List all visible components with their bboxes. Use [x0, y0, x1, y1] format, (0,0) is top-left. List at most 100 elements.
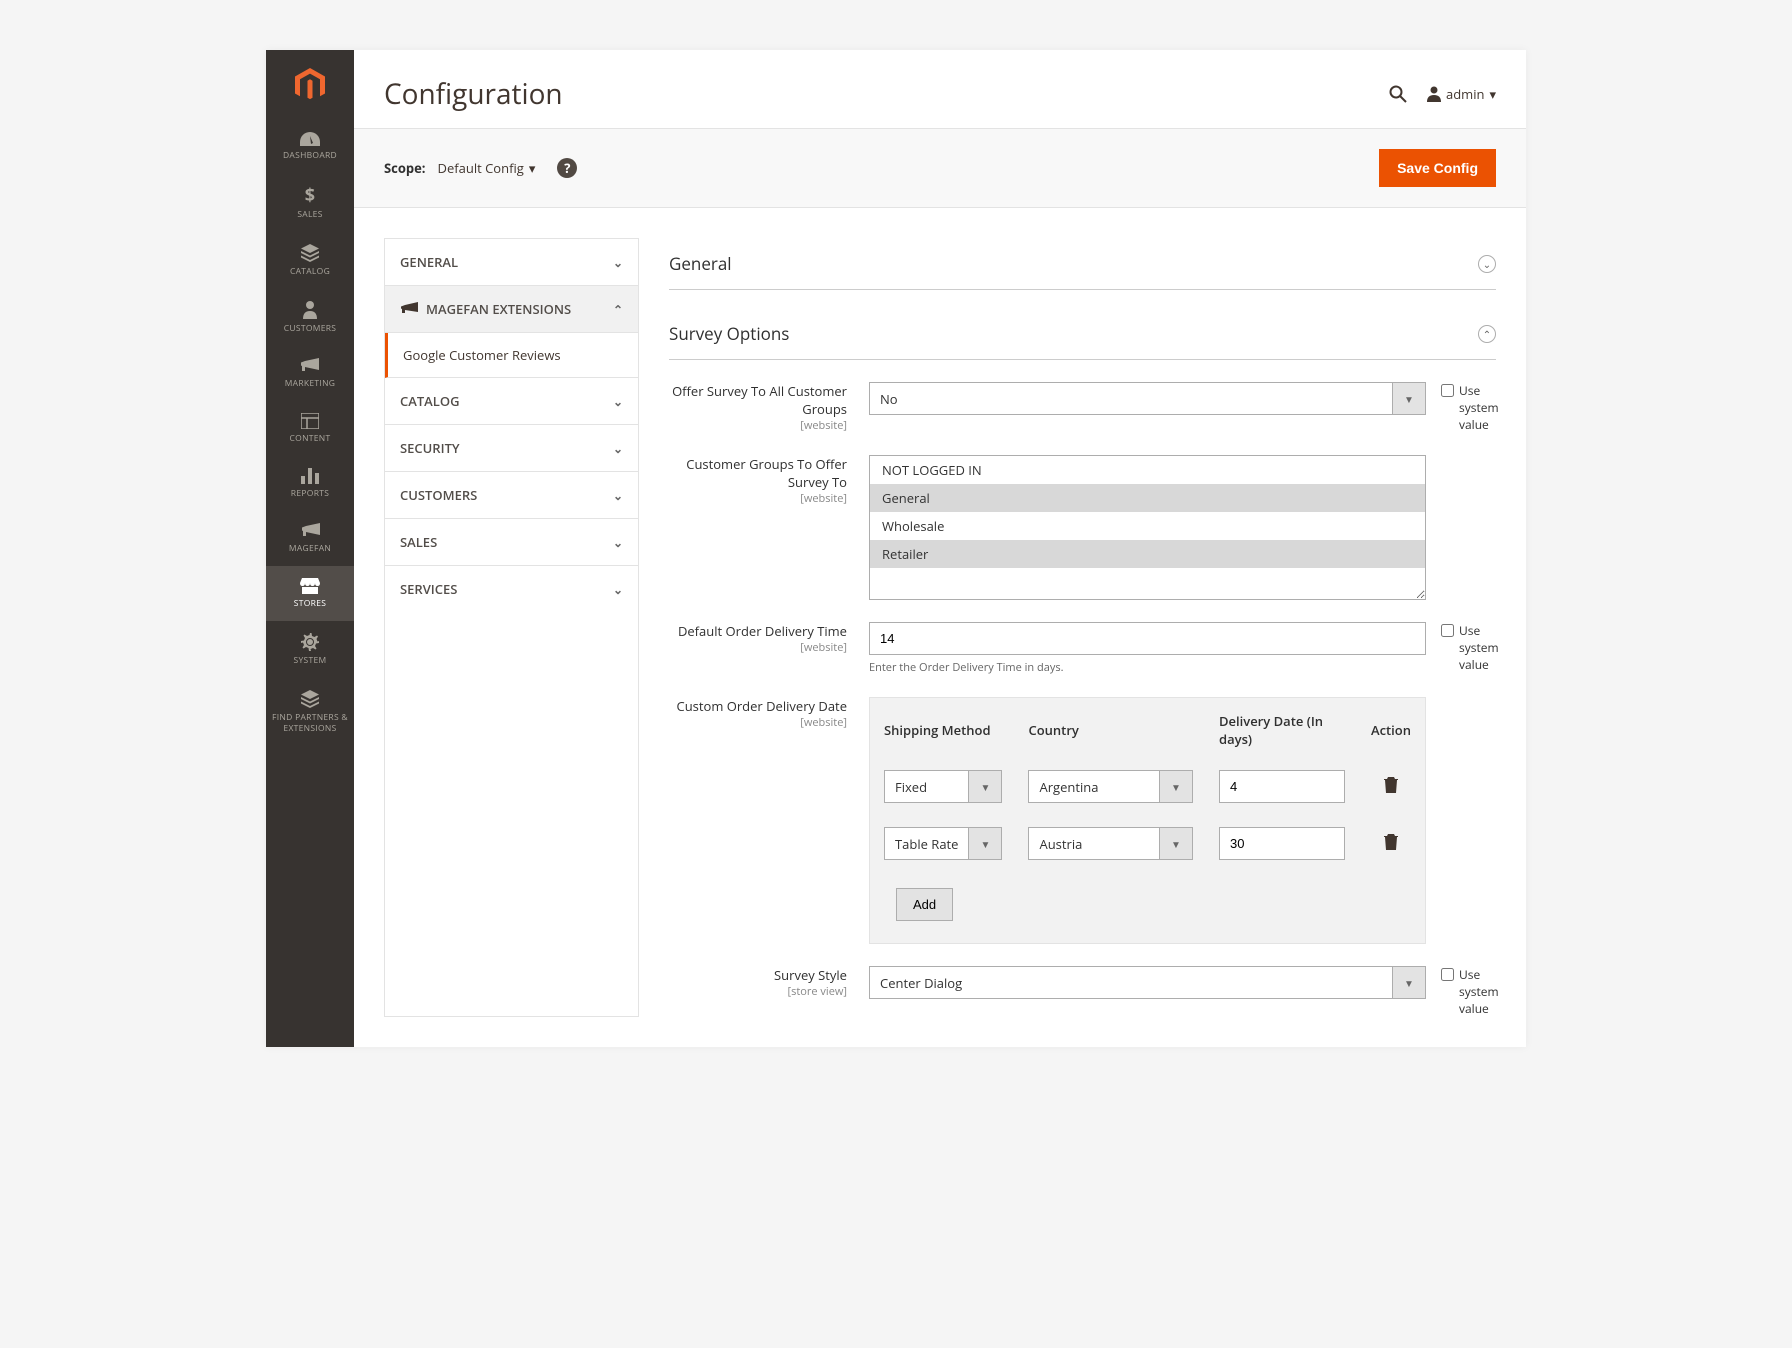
scope-hint: [website]	[669, 491, 847, 506]
sidebar-item-catalog[interactable]: CATALOG	[266, 232, 354, 289]
user-menu[interactable]: admin ▾	[1427, 85, 1496, 103]
multiselect-option[interactable]: NOT LOGGED IN	[870, 456, 1425, 484]
reports-icon	[301, 468, 319, 484]
delete-row-button[interactable]	[1371, 834, 1411, 850]
delete-row-button[interactable]	[1371, 777, 1411, 793]
customer-groups-multiselect[interactable]: NOT LOGGED IN General Wholesale Retailer	[869, 455, 1426, 600]
scope-hint: [store view]	[669, 984, 847, 999]
multiselect-option[interactable]: Wholesale	[870, 512, 1425, 540]
country-select[interactable]: Argentina▼	[1028, 770, 1193, 803]
tab-label: SALES	[400, 533, 437, 551]
chevron-down-icon: ⌄	[613, 487, 623, 504]
chevron-down-icon: ⌄	[613, 581, 623, 598]
days-input[interactable]	[1219, 827, 1345, 860]
save-config-button[interactable]: Save Config	[1379, 149, 1496, 187]
field-label: Survey Style	[774, 966, 847, 984]
add-row-button[interactable]: Add	[896, 888, 953, 921]
config-tabs: GENERAL ⌄ MAGEFAN EXTENSIONS ⌃ Google Cu…	[384, 238, 639, 1017]
country-select[interactable]: Austria▼	[1028, 827, 1193, 860]
scope-select[interactable]: Default Config ▾	[438, 159, 536, 177]
chevron-down-icon: ⌄	[613, 534, 623, 551]
subtab-google-reviews[interactable]: Google Customer Reviews	[385, 333, 638, 378]
table-row: Fixed▼ Argentina▼	[872, 762, 1423, 811]
admin-sidebar: DASHBOARD $ SALES CATALOG CUSTOMERS MARK…	[266, 50, 354, 1047]
page-title: Configuration	[384, 75, 563, 113]
sidebar-item-sales[interactable]: $ SALES	[266, 173, 354, 232]
megaphone-icon	[400, 302, 418, 316]
offer-all-select[interactable]: No ▼	[869, 382, 1426, 415]
multiselect-option[interactable]: General	[870, 484, 1425, 512]
sidebar-item-partners[interactable]: FIND PARTNERS & EXTENSIONS	[266, 678, 354, 746]
chevron-down-icon: ⌄	[613, 254, 623, 271]
tab-label: SECURITY	[400, 439, 460, 457]
tab-services[interactable]: SERVICES ⌄	[385, 566, 638, 612]
partners-icon	[301, 690, 319, 708]
sidebar-item-label: STORES	[292, 598, 328, 609]
magefan-icon	[300, 523, 320, 539]
tab-security[interactable]: SECURITY ⌄	[385, 425, 638, 472]
tab-sales[interactable]: SALES ⌄	[385, 519, 638, 566]
sidebar-item-label: CATALOG	[288, 266, 332, 277]
days-input[interactable]	[1219, 770, 1345, 803]
scope-hint: [website]	[669, 640, 847, 655]
sidebar-item-label: MAGEFAN	[287, 543, 333, 554]
collapse-icon: ⌃	[1478, 325, 1496, 343]
field-label: Customer Groups To Offer Survey To	[686, 455, 847, 491]
help-icon[interactable]: ?	[557, 158, 577, 178]
caret-down-icon: ▼	[1160, 827, 1193, 860]
catalog-icon	[301, 244, 319, 262]
customers-icon	[303, 301, 317, 319]
sidebar-item-magefan[interactable]: MAGEFAN	[266, 511, 354, 566]
sidebar-item-label: CONTENT	[288, 433, 333, 444]
sidebar-item-marketing[interactable]: MARKETING	[266, 346, 354, 401]
dollar-icon: $	[304, 185, 316, 205]
use-system-checkbox[interactable]: Use system value	[1441, 966, 1496, 1017]
th-method: Shipping Method	[872, 700, 1014, 760]
section-general[interactable]: General ⌄	[669, 238, 1496, 290]
search-icon[interactable]	[1389, 85, 1407, 103]
survey-style-select[interactable]: Center Dialog ▼	[869, 966, 1426, 999]
caret-down-icon: ▼	[1160, 770, 1193, 803]
select-value: No	[869, 382, 1393, 415]
caret-down-icon: ▼	[1393, 966, 1426, 999]
sidebar-item-dashboard[interactable]: DASHBOARD	[266, 120, 354, 173]
use-system-checkbox[interactable]: Use system value	[1441, 622, 1496, 673]
system-icon	[301, 633, 319, 651]
use-system-checkbox[interactable]: Use system value	[1441, 382, 1496, 433]
shipping-method-select[interactable]: Table Rate▼	[884, 827, 1002, 860]
scope-label: Scope:	[384, 159, 426, 177]
tab-label: SERVICES	[400, 580, 457, 598]
tab-catalog[interactable]: CATALOG ⌄	[385, 378, 638, 425]
tab-customers[interactable]: CUSTOMERS ⌄	[385, 472, 638, 519]
sidebar-item-reports[interactable]: REPORTS	[266, 456, 354, 511]
sidebar-item-system[interactable]: SYSTEM	[266, 621, 354, 678]
shipping-method-select[interactable]: Fixed▼	[884, 770, 1002, 803]
field-label: Offer Survey To All Customer Groups	[672, 382, 847, 418]
sidebar-item-label: MARKETING	[283, 378, 338, 389]
sidebar-item-label: DASHBOARD	[281, 150, 339, 161]
field-note: Enter the Order Delivery Time in days.	[869, 660, 1426, 675]
field-label: Default Order Delivery Time	[678, 622, 847, 640]
chevron-up-icon: ⌃	[613, 301, 623, 318]
tab-magefan[interactable]: MAGEFAN EXTENSIONS ⌃	[385, 286, 638, 333]
magento-logo[interactable]	[266, 50, 354, 120]
field-label: Custom Order Delivery Date	[677, 697, 847, 715]
sidebar-item-customers[interactable]: CUSTOMERS	[266, 289, 354, 346]
sidebar-item-label: CUSTOMERS	[282, 323, 338, 334]
tab-general[interactable]: GENERAL ⌄	[385, 239, 638, 286]
th-days: Delivery Date (In days)	[1207, 700, 1357, 760]
section-survey-options[interactable]: Survey Options ⌃	[669, 308, 1496, 360]
sidebar-item-content[interactable]: CONTENT	[266, 401, 354, 456]
caret-down-icon: ▾	[1489, 85, 1496, 103]
expand-icon: ⌄	[1478, 255, 1496, 273]
delivery-time-input[interactable]	[869, 622, 1426, 655]
sidebar-item-label: FIND PARTNERS & EXTENSIONS	[266, 712, 354, 734]
caret-down-icon: ▼	[969, 827, 1002, 860]
user-name: admin	[1446, 85, 1484, 103]
caret-down-icon: ▼	[1393, 382, 1426, 415]
marketing-icon	[301, 358, 319, 374]
sidebar-item-stores[interactable]: STORES	[266, 566, 354, 621]
multiselect-option[interactable]: Retailer	[870, 540, 1425, 568]
user-icon	[1427, 86, 1441, 102]
stores-icon	[300, 578, 320, 594]
